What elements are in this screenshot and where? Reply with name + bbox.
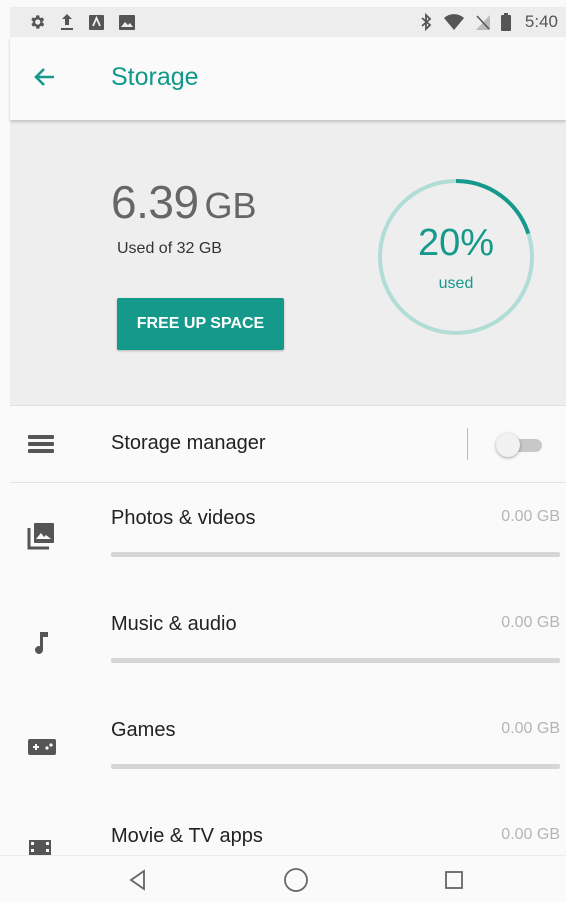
nav-home-button[interactable]	[283, 867, 309, 893]
app-notification-icon	[88, 14, 105, 31]
percent-used: 20%	[417, 222, 495, 264]
movie-icon	[27, 838, 53, 855]
used-of-total: Used of 32 GB	[117, 240, 222, 257]
category-size: 0.00 GB	[501, 614, 560, 631]
category-size: 0.00 GB	[501, 720, 560, 737]
used-value: 6.39	[111, 176, 199, 228]
category-bar	[111, 552, 560, 557]
status-bar-right: 5:40	[419, 12, 558, 32]
nav-back-button[interactable]	[125, 867, 151, 893]
back-button[interactable]	[30, 62, 60, 92]
app-bar: Storage	[10, 37, 566, 120]
divider	[467, 428, 468, 460]
toggle-thumb	[496, 433, 520, 457]
bluetooth-icon	[419, 13, 433, 31]
image-notification-icon	[118, 14, 136, 31]
category-games[interactable]: Games 0.00 GB	[10, 696, 566, 802]
navigation-bar	[0, 855, 566, 902]
storage-manager-label: Storage manager	[111, 432, 266, 454]
used-amount: 6.39 GB	[111, 175, 257, 229]
arrow-left-icon	[34, 68, 54, 86]
list-icon	[27, 432, 55, 461]
category-label: Photos & videos	[111, 507, 256, 529]
status-bar: 5:40	[10, 7, 566, 37]
battery-icon	[500, 13, 511, 31]
nav-recents-icon	[445, 871, 463, 889]
category-size: 0.00 GB	[501, 826, 560, 843]
nav-home-icon	[284, 868, 308, 892]
storage-manager-toggle[interactable]	[496, 433, 544, 457]
settings-icon	[28, 13, 46, 31]
storage-manager-row[interactable]: Storage manager	[10, 407, 566, 483]
category-label: Music & audio	[111, 613, 237, 635]
page-title: Storage	[111, 63, 199, 91]
no-sim-icon	[475, 14, 491, 31]
status-time: 5:40	[524, 12, 558, 31]
music-note-icon	[27, 628, 55, 661]
usage-ring: 20% used	[376, 177, 536, 337]
category-bar	[111, 764, 560, 769]
gamepad-icon	[27, 736, 57, 763]
category-photos-videos[interactable]: Photos & videos 0.00 GB	[10, 484, 566, 590]
free-up-space-button[interactable]: FREE UP SPACE	[117, 298, 284, 350]
category-movie-tv[interactable]: Movie & TV apps 0.00 GB	[10, 802, 566, 855]
category-bar	[111, 658, 560, 663]
category-music-audio[interactable]: Music & audio 0.00 GB	[10, 590, 566, 696]
nav-recents-button[interactable]	[441, 867, 467, 893]
category-label: Games	[111, 719, 176, 741]
upload-icon	[59, 13, 75, 31]
storage-summary: 6.39 GB Used of 32 GB FREE UP SPACE 20% u…	[10, 120, 566, 406]
wifi-icon	[443, 13, 465, 31]
category-size: 0.00 GB	[501, 508, 560, 525]
percent-caption: used	[438, 275, 474, 292]
photo-library-icon	[27, 522, 55, 555]
used-unit: GB	[204, 185, 257, 226]
category-label: Movie & TV apps	[111, 825, 263, 847]
status-bar-left	[28, 13, 136, 31]
nav-back-icon	[129, 869, 145, 891]
